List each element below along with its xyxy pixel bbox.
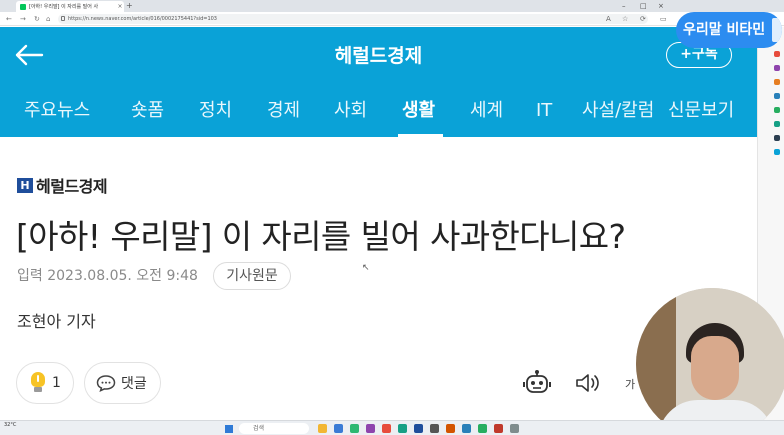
refresh-page-icon[interactable]: ⟳ <box>640 14 646 24</box>
original-article-button[interactable]: 기사원문 <box>213 262 291 290</box>
minimize-button[interactable]: – <box>622 0 626 12</box>
file-explorer-icon[interactable] <box>318 424 327 433</box>
category-tab[interactable]: 경제 <box>267 85 300 137</box>
reload-icon[interactable]: ↻ <box>34 14 40 24</box>
read-aloud-icon[interactable]: A <box>606 14 611 24</box>
reaction-count: 1 <box>52 375 61 391</box>
url-field[interactable]: https://n.news.naver.com/article/016/000… <box>58 14 648 24</box>
home-icon[interactable]: ⌂ <box>46 14 50 24</box>
close-window-button[interactable]: × <box>658 0 664 12</box>
text-to-speech-speaker-icon[interactable] <box>575 372 601 394</box>
extension-icon[interactable] <box>774 121 780 127</box>
reaction-button[interactable]: 1 <box>16 362 74 404</box>
os-taskbar: 32°C 검색 <box>0 420 784 435</box>
forward-arrow-icon[interactable]: → <box>20 14 26 24</box>
extension-icon[interactable] <box>774 79 780 85</box>
date-label: 입력 <box>17 268 43 284</box>
extension-icon[interactable] <box>774 93 780 99</box>
category-tab[interactable]: 신문보기 <box>668 85 734 137</box>
app-icon[interactable] <box>414 424 423 433</box>
app-icon[interactable] <box>350 424 359 433</box>
favorite-star-icon[interactable]: ☆ <box>622 14 628 24</box>
app-icon[interactable] <box>494 424 503 433</box>
lock-icon <box>61 16 65 21</box>
maximize-button[interactable]: □ <box>640 0 647 12</box>
app-icon[interactable] <box>510 424 519 433</box>
extension-icon[interactable] <box>774 135 780 141</box>
extension-icon[interactable] <box>774 65 780 71</box>
ai-summary-robot-icon[interactable] <box>523 369 551 397</box>
press-logo-name: 헤럴드경제 <box>36 177 108 196</box>
news-header: 헤럴드경제 +구독 <box>0 27 757 85</box>
taskbar-search[interactable]: 검색 <box>239 423 309 434</box>
category-tab[interactable]: 세계 <box>470 85 503 137</box>
lightbulb-icon <box>29 372 47 394</box>
mouse-cursor-icon: ↖ <box>362 263 370 273</box>
extension-icon[interactable] <box>774 149 780 155</box>
comment-label: 댓글 <box>121 376 147 392</box>
article-headline: [아하! 우리말] 이 자리를 빌어 사과한다니요? <box>16 217 626 256</box>
browser-tab[interactable]: [아하! 우리말] 이 자리를 빌어 사 × <box>16 1 124 12</box>
app-icon[interactable] <box>382 424 391 433</box>
press-brand-title[interactable]: 헤럴드경제 <box>0 27 757 85</box>
font-size-button[interactable]: 가 <box>625 376 635 392</box>
browser-tab-strip: [아하! 우리말] 이 자리를 빌어 사 × + – □ × <box>0 0 784 12</box>
extension-icon[interactable] <box>774 107 780 113</box>
press-logo[interactable]: H 헤럴드경제 <box>17 176 108 196</box>
channel-badge: 우리말 비타민 <box>676 12 782 48</box>
naver-favicon-icon <box>20 3 26 10</box>
weather-widget[interactable]: 32°C <box>4 422 16 428</box>
split-screen-icon[interactable]: ▭ <box>660 14 667 24</box>
category-tab[interactable]: 정치 <box>199 85 232 137</box>
date-value: 2023.08.05. 오전 9:48 <box>47 268 198 284</box>
badge-tail <box>772 18 782 42</box>
browser-app-icon[interactable] <box>334 424 343 433</box>
category-tab[interactable]: 사회 <box>334 85 367 137</box>
app-icon[interactable] <box>430 424 439 433</box>
press-logo-mark: H <box>17 177 33 193</box>
app-icon[interactable] <box>366 424 375 433</box>
reporter-name[interactable]: 조현아 기자 <box>17 308 96 332</box>
category-tab[interactable]: IT <box>536 85 552 137</box>
app-icon[interactable] <box>446 424 455 433</box>
comment-button[interactable]: 댓글 <box>84 362 161 404</box>
app-icon[interactable] <box>398 424 407 433</box>
new-tab-button[interactable]: + <box>126 1 133 11</box>
active-tab-indicator <box>398 134 443 137</box>
extension-icon[interactable] <box>774 51 780 57</box>
category-tab[interactable]: 주요뉴스 <box>24 85 90 137</box>
article-dateline: 입력 2023.08.05. 오전 9:48 <box>17 265 198 287</box>
channel-badge-text: 우리말 비타민 <box>683 22 766 38</box>
category-tab-active[interactable]: 생활 <box>402 85 435 137</box>
back-arrow-icon[interactable]: ← <box>6 14 12 24</box>
category-nav: 주요뉴스 숏폼 정치 경제 사회 생활 세계 IT 사설/칼럼 신문보기 <box>0 85 757 137</box>
address-bar: ← → ↻ ⌂ https://n.news.naver.com/article… <box>0 12 784 26</box>
comment-bubble-icon <box>96 375 116 392</box>
app-icon[interactable] <box>478 424 487 433</box>
webcam-presenter-overlay <box>636 288 784 435</box>
tab-close-icon[interactable]: × <box>116 3 124 10</box>
screen: [아하! 우리말] 이 자리를 빌어 사 × + – □ × ← → ↻ ⌂ h… <box>0 0 784 435</box>
app-icon[interactable] <box>462 424 471 433</box>
tab-title: [아하! 우리말] 이 자리를 빌어 사 <box>29 4 99 10</box>
category-tab[interactable]: 숏폼 <box>131 85 164 137</box>
category-tab[interactable]: 사설/칼럼 <box>582 85 654 137</box>
windows-start-icon[interactable] <box>225 425 233 433</box>
